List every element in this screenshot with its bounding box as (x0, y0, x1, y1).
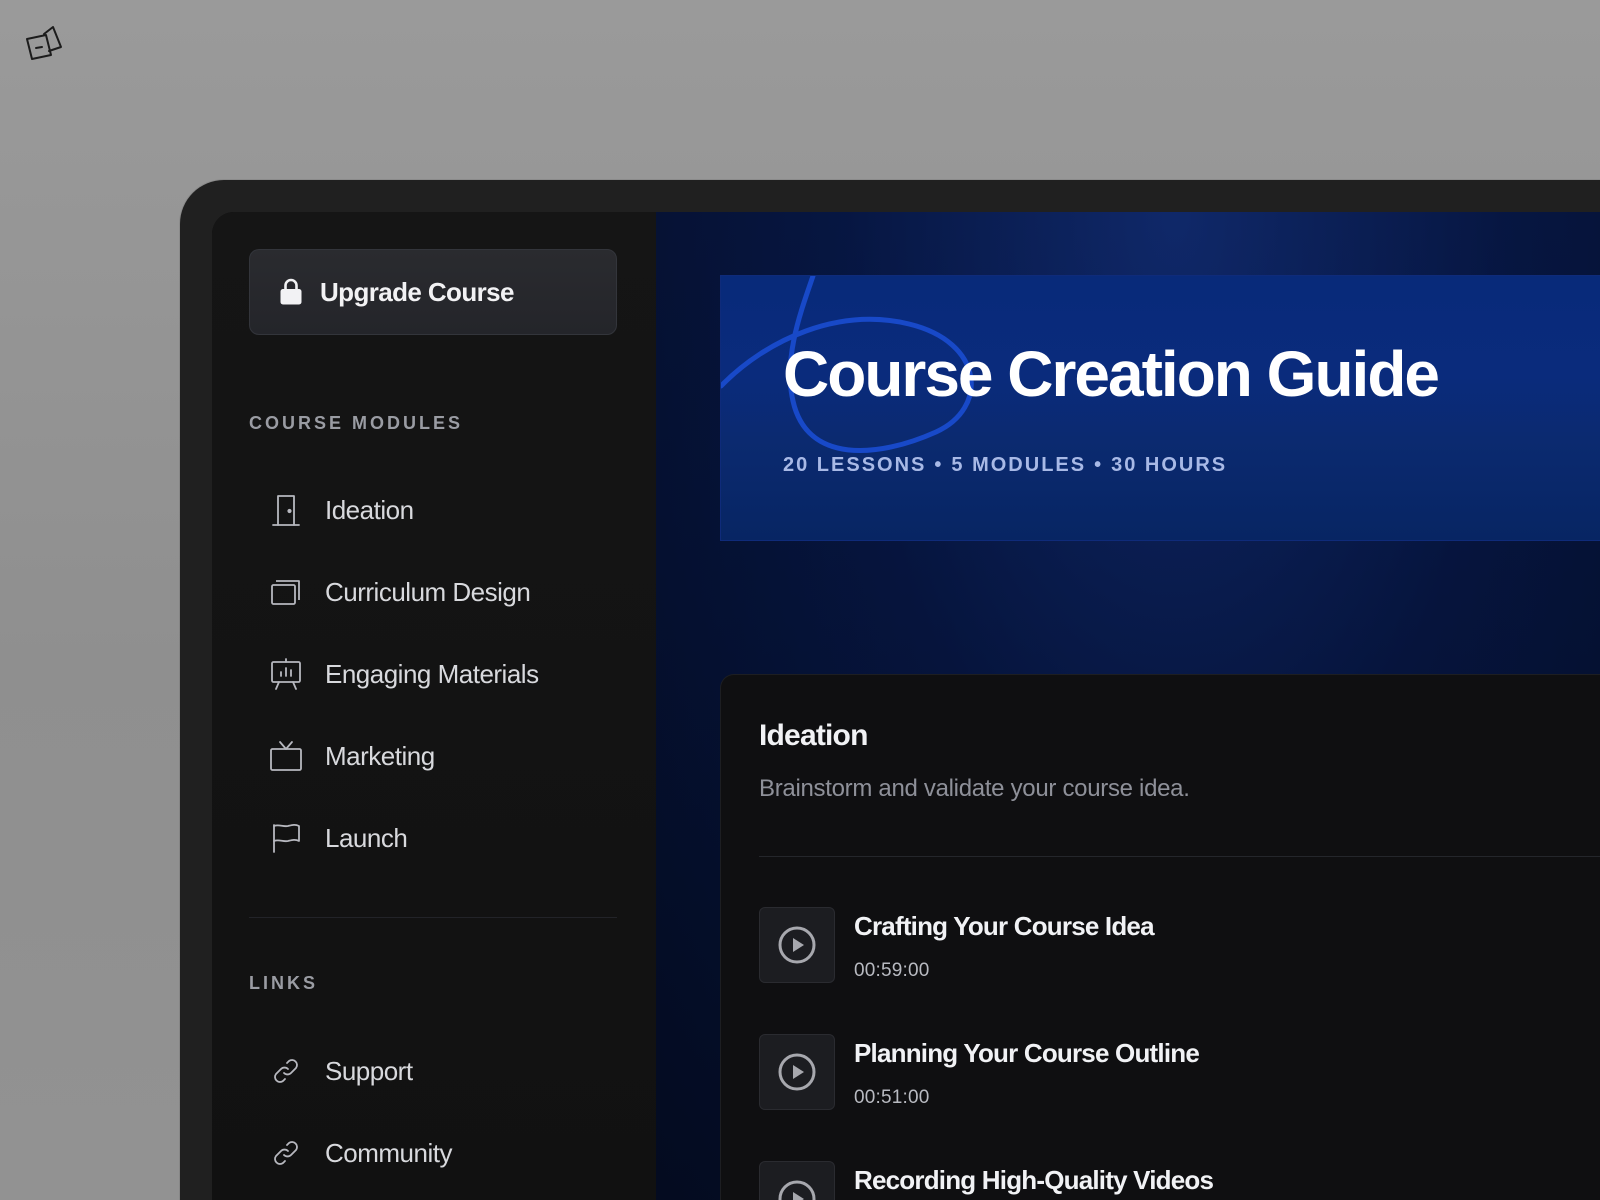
sidebar-item-label: Community (325, 1137, 452, 1168)
module-description: Brainstorm and validate your course idea… (759, 775, 1190, 802)
module-card: Ideation Brainstorm and validate your co… (720, 674, 1600, 1200)
logo-icon (22, 24, 66, 64)
main-content: Course Creation Guide 20 LESSONS • 5 MOD… (656, 212, 1600, 1200)
play-button[interactable] (759, 1034, 835, 1110)
links-heading: LINKS (249, 973, 318, 993)
play-button[interactable] (759, 907, 835, 983)
course-modules-list: Ideation Curriculum Design Engaging Mate… (249, 469, 617, 879)
sidebar-item-label: Curriculum Design (325, 576, 531, 607)
sidebar-item-label: Engaging Materials (325, 658, 539, 689)
sidebar-item-engaging-materials[interactable]: Engaging Materials (249, 633, 617, 715)
flag-icon (269, 821, 303, 855)
stack-icon (269, 575, 303, 609)
sidebar-divider (249, 917, 617, 918)
play-icon (778, 1053, 816, 1091)
sidebar-item-community[interactable]: Community (249, 1112, 617, 1194)
sidebar-item-label: Support (325, 1055, 413, 1086)
presentation-icon (269, 657, 303, 691)
meta-separator: • (934, 454, 944, 476)
door-icon (269, 493, 303, 527)
screenshot-stage: Upgrade Course COURSE MODULES Ideation C… (0, 0, 1600, 1200)
sidebar-item-marketing[interactable]: Marketing (249, 715, 617, 797)
tv-icon (269, 739, 303, 773)
lesson-row[interactable]: Recording High-Quality Videos (759, 1161, 1600, 1200)
lesson-duration: 00:51:00 (854, 1087, 930, 1108)
sidebar-item-label: Ideation (325, 494, 414, 525)
play-icon (778, 1180, 816, 1200)
sidebar-item-ideation[interactable]: Ideation (249, 469, 617, 551)
links-list: Support Community (249, 1030, 617, 1194)
course-title: Course Creation Guide (783, 338, 1440, 410)
lesson-title: Recording High-Quality Videos (854, 1165, 1214, 1195)
course-meta: 20 LESSONS • 5 MODULES • 30 HOURS (783, 454, 1227, 477)
link-icon (269, 1054, 303, 1088)
lesson-title: Planning Your Course Outline (854, 1038, 1200, 1068)
upgrade-course-button[interactable]: Upgrade Course (249, 249, 617, 335)
upgrade-course-label: Upgrade Course (320, 276, 514, 307)
hours-count: 30 HOURS (1111, 454, 1228, 476)
lock-icon (278, 278, 304, 306)
sidebar-item-label: Marketing (325, 740, 435, 771)
play-icon (778, 926, 816, 964)
lessons-count: 20 LESSONS (783, 454, 927, 476)
lesson-row[interactable]: Crafting Your Course Idea 00:59:00 (759, 907, 1600, 983)
sidebar-item-support[interactable]: Support (249, 1030, 617, 1112)
lesson-duration: 00:59:00 (854, 960, 930, 981)
sidebar-item-curriculum-design[interactable]: Curriculum Design (249, 551, 617, 633)
lesson-row[interactable]: Planning Your Course Outline 00:51:00 (759, 1034, 1600, 1110)
link-icon (269, 1136, 303, 1170)
play-button[interactable] (759, 1161, 835, 1200)
lesson-title: Crafting Your Course Idea (854, 911, 1155, 941)
meta-separator: • (1094, 454, 1104, 476)
sidebar-item-label: Launch (325, 822, 408, 853)
sidebar-item-launch[interactable]: Launch (249, 797, 617, 879)
module-divider (759, 856, 1600, 857)
course-hero-banner: Course Creation Guide 20 LESSONS • 5 MOD… (720, 275, 1600, 541)
sidebar: Upgrade Course COURSE MODULES Ideation C… (212, 212, 657, 1200)
app-window: Upgrade Course COURSE MODULES Ideation C… (212, 212, 1600, 1200)
modules-count: 5 MODULES (951, 454, 1087, 476)
module-title: Ideation (759, 719, 868, 752)
course-modules-heading: COURSE MODULES (249, 413, 464, 433)
